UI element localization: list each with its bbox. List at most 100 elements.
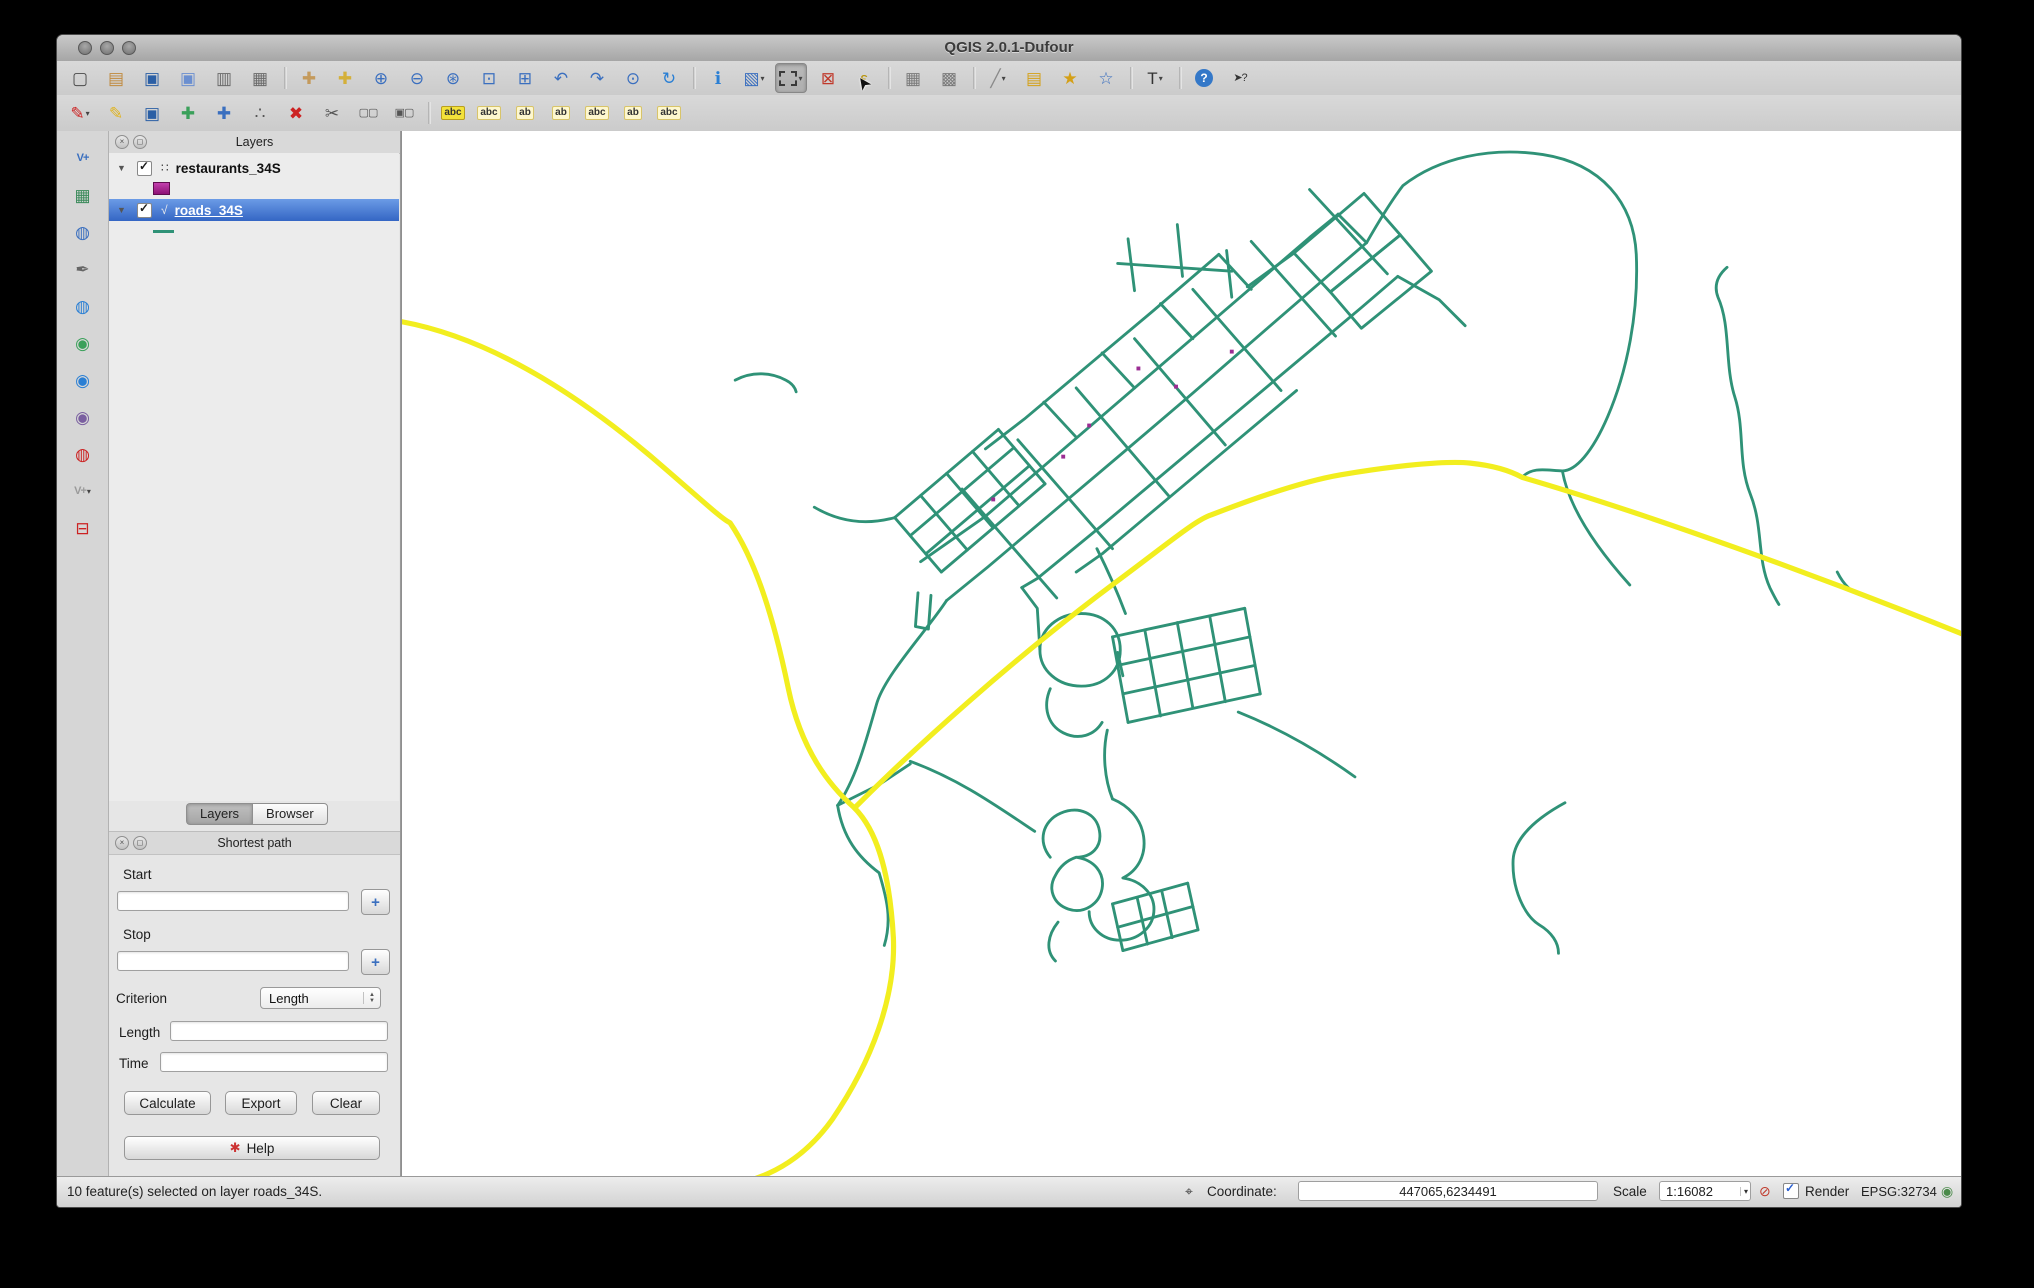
zoom-to-selection-button[interactable]: ⊡ [474, 64, 504, 92]
composer-manager-button[interactable]: ▦ [245, 64, 275, 92]
text-annotation-button[interactable]: T ▾ [1140, 64, 1170, 92]
save-project-as-button[interactable]: ▣ [173, 64, 203, 92]
start-input[interactable] [117, 891, 349, 911]
criterion-select[interactable]: Length ▲ ▼ [260, 987, 381, 1009]
tab-layers[interactable]: Layers [186, 803, 253, 825]
roads-symbol[interactable] [153, 230, 174, 233]
zoom-native-button[interactable]: ⊙ [618, 64, 648, 92]
new-bookmark-button[interactable]: ★ [1055, 64, 1085, 92]
cut-features-button[interactable]: ✂ [317, 99, 347, 127]
new-shapefile-layer-dropdown-icon[interactable]: ▾ [87, 487, 91, 496]
text-annotation-dropdown-icon[interactable]: ▾ [1159, 74, 1163, 83]
length-output[interactable] [170, 1021, 388, 1041]
stop-render-icon[interactable]: ⊘ [1759, 1184, 1771, 1198]
open-project-button[interactable]: ▤ [101, 64, 131, 92]
select-features-button[interactable]: ▧ ▾ [739, 64, 769, 92]
save-layer-edits-button[interactable]: ▣ [137, 99, 167, 127]
add-wcs-layer-button[interactable]: ◉ [69, 367, 97, 393]
current-edits-button[interactable]: ✎ ▾ [65, 99, 95, 127]
layer-label[interactable]: roads_34S [175, 203, 243, 218]
layer-item-restaurants[interactable]: ▼ ✓ ∷ restaurants_34S [109, 157, 399, 179]
map-canvas[interactable] [401, 131, 1961, 1179]
new-shapefile-layer-button[interactable]: V+ ▾ [69, 478, 97, 504]
zoom-out-button[interactable]: ⊖ [402, 64, 432, 92]
identify-features-button[interactable]: ℹ [703, 64, 733, 92]
map-tips-button[interactable]: ▤ [1019, 64, 1049, 92]
help-button[interactable]: ✱ Help [124, 1136, 380, 1160]
remove-layer-button[interactable]: ⊟ [69, 515, 97, 541]
delete-selected-button[interactable]: ✖ [281, 99, 311, 127]
export-button[interactable]: Export [225, 1091, 297, 1115]
rotate-label-button[interactable]: ab [546, 99, 576, 127]
calculate-button[interactable]: Calculate [124, 1091, 211, 1115]
tab-browser[interactable]: Browser [252, 803, 328, 825]
layers-panel-close-button[interactable]: × [115, 135, 129, 149]
zoom-in-button[interactable]: ⊕ [366, 64, 396, 92]
labeling-options-button[interactable]: abc [438, 99, 468, 127]
move-label-button[interactable]: ab [510, 99, 540, 127]
add-vector-layer-button[interactable]: V+ [69, 145, 97, 171]
roads-visibility-checkbox[interactable]: ✓ [137, 201, 152, 218]
paste-features-button[interactable]: ▣▢ [389, 99, 419, 127]
layer-item-roads[interactable]: ▼ ✓ √ roads_34S [109, 199, 399, 221]
new-project-button[interactable]: ▢ [65, 64, 95, 92]
toggle-editing-button[interactable]: ✎ [101, 99, 131, 127]
zoom-last-button[interactable]: ↶ [546, 64, 576, 92]
refresh-map-button[interactable]: ↻ [654, 64, 684, 92]
mouse-position-icon[interactable]: ⌖ [1185, 1184, 1193, 1198]
copy-features-button[interactable]: ▢▢ [353, 99, 383, 127]
label-properties-button[interactable]: ab [618, 99, 648, 127]
show-bookmarks-button[interactable]: ☆ [1091, 64, 1121, 92]
render-checkbox[interactable]: ✓ [1783, 1181, 1799, 1199]
select-features-dropdown-icon[interactable]: ▾ [761, 74, 765, 83]
title-bar[interactable]: QGIS 2.0.1-Dufour [57, 35, 1961, 62]
measure-line-dropdown-icon[interactable]: ▾ [1002, 74, 1006, 83]
open-attribute-table-button[interactable]: ▦ [898, 64, 928, 92]
zoom-to-layer-button[interactable]: ⊞ [510, 64, 540, 92]
field-calculator-button[interactable]: ▩ [934, 64, 964, 92]
zoom-full-button[interactable]: ⊛ [438, 64, 468, 92]
add-wfs-layer-button[interactable]: ◉ [69, 404, 97, 430]
move-feature-button[interactable]: ✚ [209, 99, 239, 127]
show-hide-labels-button[interactable]: abc [654, 99, 684, 127]
save-project-button[interactable]: ▣ [137, 64, 167, 92]
select-rectangle-button[interactable]: ▾ [775, 63, 807, 93]
clear-button[interactable]: Clear [312, 1091, 380, 1115]
add-raster-layer-button[interactable]: ▦ [69, 182, 97, 208]
shortest-path-close-button[interactable]: × [115, 836, 129, 850]
stop-capture-button[interactable]: + [361, 949, 390, 975]
deselect-all-button[interactable]: ⊠ [813, 64, 843, 92]
add-postgis-layer-button[interactable]: ◍ [69, 219, 97, 245]
shortest-path-float-button[interactable]: ◻ [133, 836, 147, 850]
add-feature-button[interactable]: ✚ [173, 99, 203, 127]
coordinate-box[interactable]: 447065,6234491 [1298, 1181, 1598, 1201]
restaurants-visibility-checkbox[interactable]: ✓ [137, 159, 152, 176]
scale-combo[interactable]: 1:16082 ▾ [1659, 1181, 1751, 1201]
node-tool-button[interactable]: ∴ [245, 99, 275, 127]
help-contents-button[interactable]: ? [1189, 64, 1219, 92]
crs-status-icon[interactable]: ◉ [1941, 1184, 1953, 1198]
add-spatialite-layer-button[interactable]: ✒ [69, 256, 97, 282]
add-wms-layer-button[interactable]: ◉ [69, 330, 97, 356]
select-rectangle-dropdown-icon[interactable]: ▾ [798, 74, 802, 83]
measure-line-button[interactable]: ╱ ▾ [983, 64, 1013, 92]
scale-dropdown-icon[interactable]: ▾ [1739, 1186, 1748, 1196]
collapse-arrow-icon[interactable]: ▼ [117, 163, 127, 173]
current-edits-dropdown-icon[interactable]: ▾ [86, 109, 90, 118]
restaurants-symbol[interactable] [153, 182, 170, 195]
add-mssql-layer-button[interactable]: ◍ [69, 293, 97, 319]
pan-to-selection-button[interactable]: ✚ [330, 64, 360, 92]
layer-label[interactable]: restaurants_34S [176, 161, 281, 176]
start-capture-button[interactable]: + [361, 889, 390, 915]
time-output[interactable] [160, 1052, 388, 1072]
stop-input[interactable] [117, 951, 349, 971]
new-print-composer-button[interactable]: ▥ [209, 64, 239, 92]
zoom-next-button[interactable]: ↷ [582, 64, 612, 92]
change-label-button[interactable]: abc [582, 99, 612, 127]
add-oracle-layer-button[interactable]: ◍ [69, 441, 97, 467]
collapse-arrow-icon[interactable]: ▼ [117, 205, 127, 215]
pan-map-button[interactable]: ✚ [294, 64, 324, 92]
text-label-button[interactable]: abc [474, 99, 504, 127]
whats-this-button[interactable]: ➤? [1225, 64, 1255, 92]
layers-panel-float-button[interactable]: ◻ [133, 135, 147, 149]
